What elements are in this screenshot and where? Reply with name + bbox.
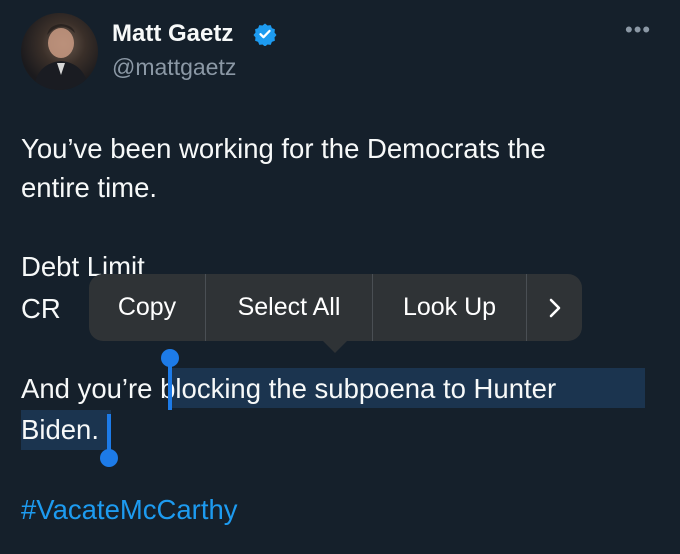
verified-badge-icon (253, 23, 277, 46)
selection-end-handle[interactable] (100, 449, 118, 467)
tweet-text-line: And you’re blocking the subpoena to Hunt… (21, 370, 661, 408)
tweet-text-selected: blocking the subpoena to Hunter (160, 373, 557, 404)
select-all-button[interactable]: Select All (206, 274, 373, 341)
look-up-button[interactable]: Look Up (373, 274, 527, 341)
tweet-text-line: entire time. (21, 172, 158, 203)
avatar[interactable] (21, 13, 98, 90)
chevron-right-icon[interactable] (527, 274, 582, 341)
text-context-menu: Copy Select All Look Up (89, 274, 582, 341)
context-menu-pointer (322, 340, 348, 353)
author-display-name[interactable]: Matt Gaetz (112, 19, 233, 49)
more-options-icon[interactable]: ••• (625, 19, 659, 41)
selection-start-caret (168, 360, 172, 410)
copy-button[interactable]: Copy (89, 274, 206, 341)
hashtag-link[interactable]: #VacateMcCarthy (21, 491, 661, 529)
tweet-text-unselected: And you’re (21, 373, 161, 404)
tweet-text-line: You’ve been working for the Democrats th… (21, 133, 546, 164)
author-handle[interactable]: @mattgaetz (112, 53, 236, 81)
tweet-text-selected: Biden. (21, 414, 99, 445)
